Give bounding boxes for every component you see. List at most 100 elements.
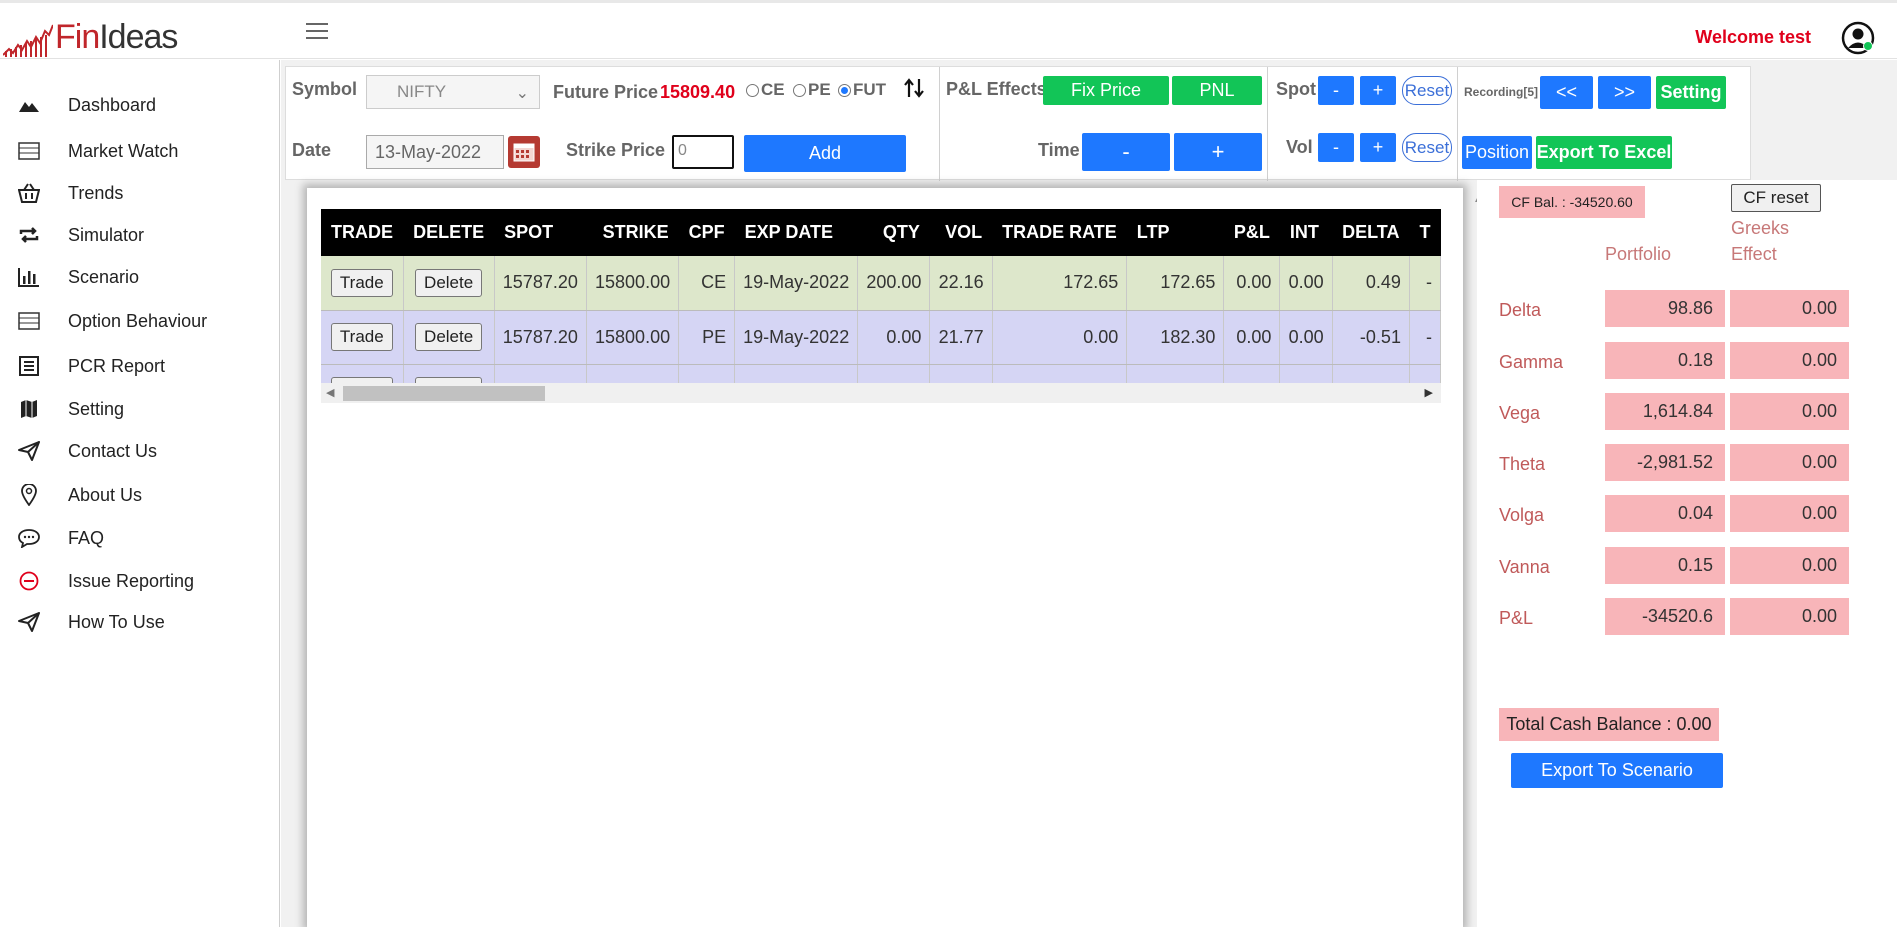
sidebar-item-dashboard[interactable]: Dashboard xyxy=(18,94,156,116)
portfolio-delta: 98.86 xyxy=(1605,290,1725,327)
vol-cell[interactable]: 0.00 xyxy=(929,364,993,383)
spot-plus-button[interactable]: + xyxy=(1360,76,1396,105)
pl-effects-section: P&L Effects Fix Price PNL Time - + xyxy=(940,67,1268,181)
symbol-label: Symbol xyxy=(292,79,358,99)
main-content: Symbol NIFTY ⌄ Future Price 15809.40 CE P… xyxy=(281,60,1897,927)
list-box-icon xyxy=(18,310,40,332)
greek-label-delta: Delta xyxy=(1499,300,1542,320)
logo[interactable]: FinIdeas xyxy=(3,17,178,57)
time-label: Time xyxy=(1038,140,1080,160)
sidebar-item-trends[interactable]: Trends xyxy=(18,182,123,204)
sidebar-item-label: Simulator xyxy=(68,224,145,245)
exp-date-cell: 19-May-2022 xyxy=(734,310,859,365)
date-input[interactable]: 13-May-2022 xyxy=(366,135,504,169)
col-header[interactable]: TRADE RATE xyxy=(992,209,1127,256)
col-header[interactable]: TRADE xyxy=(321,209,404,256)
sidebar-item-simulator[interactable]: Simulator xyxy=(18,224,144,246)
strike-price-label: Strike Price xyxy=(566,140,666,160)
sidebar-item-contact-us[interactable]: Contact Us xyxy=(18,440,157,462)
col-header[interactable]: T xyxy=(1409,209,1441,256)
col-header[interactable]: VOL xyxy=(929,209,993,256)
qty-cell[interactable]: 0.00 xyxy=(857,364,931,383)
scroll-left-icon[interactable]: ◀ xyxy=(326,386,334,399)
radio-ce-label: CE xyxy=(761,80,785,99)
cf-reset-button[interactable]: CF reset xyxy=(1731,184,1821,212)
sidebar-item-label: Option Behaviour xyxy=(68,310,208,331)
col-header[interactable]: DELETE xyxy=(403,209,495,256)
radio-ce[interactable]: CE xyxy=(746,80,785,100)
radio-ce-circle[interactable] xyxy=(746,83,759,97)
cpf-cell: CE xyxy=(678,256,736,311)
col-header[interactable]: SPOT xyxy=(494,209,587,256)
horizontal-scrollbar[interactable]: ◀ ▶ xyxy=(321,383,1441,403)
sidebar-item-market-watch[interactable]: Market Watch xyxy=(18,140,178,162)
user-avatar-icon[interactable] xyxy=(1841,21,1875,55)
trade-rate-cell[interactable]: 172.65 xyxy=(992,256,1128,311)
vol-plus-button[interactable]: + xyxy=(1360,133,1396,162)
sidebar-item-option-behaviour[interactable]: Option Behaviour xyxy=(18,310,207,332)
portfolio-vanna: 0.15 xyxy=(1605,547,1725,584)
strike-price-input[interactable]: 0 xyxy=(672,135,734,169)
radio-pe[interactable]: PE xyxy=(793,80,831,100)
hamburger-menu-icon[interactable] xyxy=(306,23,328,39)
spot-reset-button[interactable]: Reset xyxy=(1402,76,1452,105)
col-header[interactable]: P&L xyxy=(1223,209,1280,256)
radio-fut[interactable]: FUT xyxy=(838,80,886,100)
recording-label: Recording[5] xyxy=(1464,85,1539,99)
t-cell xyxy=(1409,364,1441,383)
export-excel-button[interactable]: Export To Excel xyxy=(1536,136,1672,169)
vol-minus-button[interactable]: - xyxy=(1318,133,1354,162)
time-plus-button[interactable]: + xyxy=(1174,133,1262,171)
vol-cell[interactable]: 22.16 xyxy=(929,256,993,311)
vol-reset-button[interactable]: Reset xyxy=(1402,133,1452,162)
trade-button[interactable]: Trade xyxy=(330,268,393,297)
setting-button[interactable]: Setting xyxy=(1656,76,1726,109)
col-header[interactable]: STRIKE xyxy=(586,209,679,256)
symbol-select[interactable]: NIFTY ⌄ xyxy=(366,75,540,109)
location-pin-icon xyxy=(18,484,40,506)
radio-pe-circle[interactable] xyxy=(793,83,806,97)
effect-volga: 0.00 xyxy=(1730,495,1849,532)
sidebar-item-faq[interactable]: FAQ xyxy=(18,527,104,549)
trade-rate-cell[interactable]: 0.00 xyxy=(992,364,1128,383)
exp-date-cell: 19-May-2022 xyxy=(734,256,859,311)
col-header[interactable]: INT xyxy=(1279,209,1333,256)
next-button[interactable]: >> xyxy=(1598,76,1651,109)
pnl-button[interactable]: PNL xyxy=(1172,76,1262,105)
qty-cell[interactable]: 0.00 xyxy=(857,310,931,365)
trade-rate-cell[interactable]: 0.00 xyxy=(992,310,1128,365)
qty-cell[interactable]: 200.00 xyxy=(857,256,931,311)
col-header[interactable]: QTY xyxy=(857,209,930,256)
sidebar-item-how-to-use[interactable]: How To Use xyxy=(18,611,165,633)
swap-arrows-icon[interactable] xyxy=(903,78,925,98)
delete-button[interactable]: Delete xyxy=(415,323,483,351)
position-button[interactable]: Position xyxy=(1462,136,1532,169)
sidebar-item-about-us[interactable]: About Us xyxy=(18,484,142,506)
col-header[interactable]: LTP xyxy=(1126,209,1224,256)
ltp-cell: 172.65 xyxy=(1126,256,1225,311)
col-header[interactable]: CPF xyxy=(678,209,735,256)
sidebar-item-issue-reporting[interactable]: Issue Reporting xyxy=(18,570,194,592)
time-minus-button[interactable]: - xyxy=(1082,133,1170,171)
prev-button[interactable]: << xyxy=(1540,76,1593,109)
export-scenario-button[interactable]: Export To Scenario xyxy=(1511,753,1723,788)
pl-cell: 0.00 xyxy=(1223,256,1281,311)
radio-fut-circle[interactable] xyxy=(838,83,851,97)
sidebar-item-scenario[interactable]: Scenario xyxy=(18,266,139,288)
scroll-right-icon[interactable]: ▶ xyxy=(1425,386,1433,399)
sidebar-item-setting[interactable]: Setting xyxy=(18,398,124,420)
col-header[interactable]: DELTA xyxy=(1332,209,1410,256)
sidebar-item-label: How To Use xyxy=(68,611,165,632)
sidebar-item-pcr-report[interactable]: PCR Report xyxy=(18,355,165,377)
col-header[interactable]: EXP DATE xyxy=(734,209,858,256)
calendar-button[interactable] xyxy=(508,136,540,168)
future-price-label: Future Price xyxy=(553,82,659,102)
future-price-value: 15809.40 xyxy=(660,82,736,102)
delete-button[interactable]: Delete xyxy=(415,268,483,297)
spot-minus-button[interactable]: - xyxy=(1318,76,1354,105)
scrollbar-thumb[interactable] xyxy=(343,386,545,401)
fix-price-button[interactable]: Fix Price xyxy=(1043,76,1169,105)
trade-button[interactable]: Trade xyxy=(330,323,393,351)
vol-cell[interactable]: 21.77 xyxy=(929,310,993,365)
add-button[interactable]: Add xyxy=(744,135,906,172)
